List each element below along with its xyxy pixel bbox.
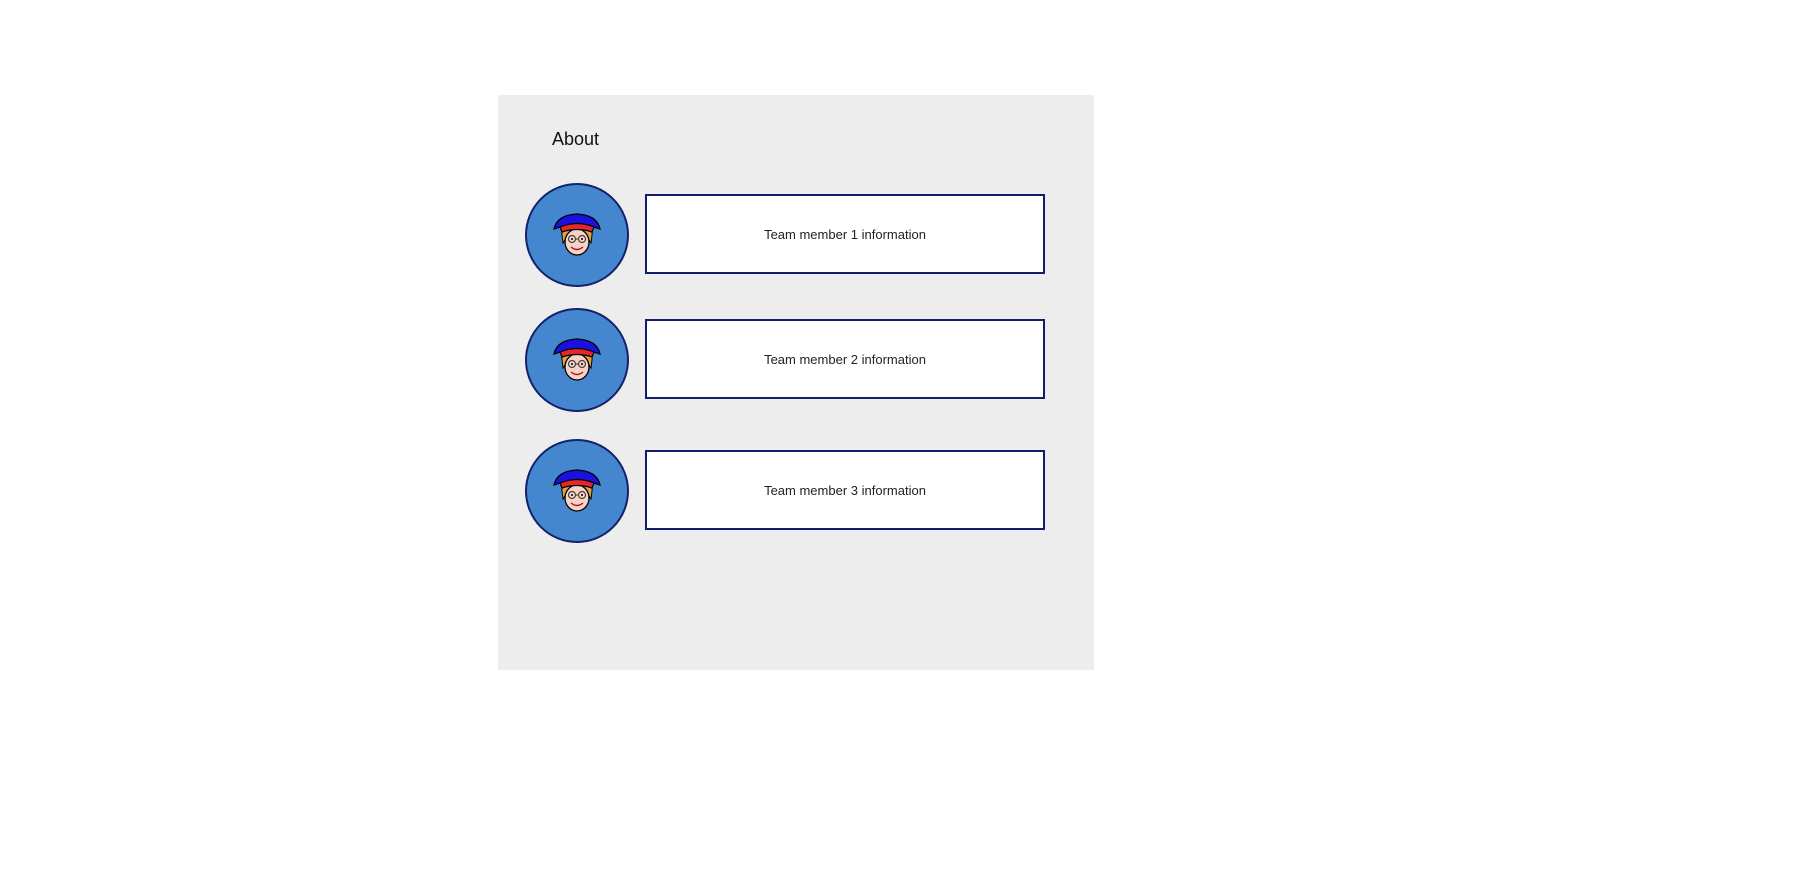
team-member-row: Team member 1 information bbox=[525, 183, 1045, 287]
member-info-box: Team member 3 information bbox=[645, 450, 1045, 530]
team-member-row: Team member 3 information bbox=[525, 439, 1045, 543]
about-panel: About Team member 1 information Team mem… bbox=[498, 95, 1094, 670]
avatar bbox=[525, 439, 629, 543]
person-with-cap-icon bbox=[553, 469, 601, 512]
person-with-cap-icon bbox=[553, 338, 601, 381]
team-member-row: Team member 2 information bbox=[525, 308, 1045, 412]
avatar bbox=[525, 183, 629, 287]
person-with-cap-icon bbox=[553, 213, 601, 256]
member-info-box: Team member 1 information bbox=[645, 194, 1045, 274]
avatar bbox=[525, 308, 629, 412]
member-info-box: Team member 2 information bbox=[645, 319, 1045, 399]
page-title: About bbox=[552, 129, 600, 149]
